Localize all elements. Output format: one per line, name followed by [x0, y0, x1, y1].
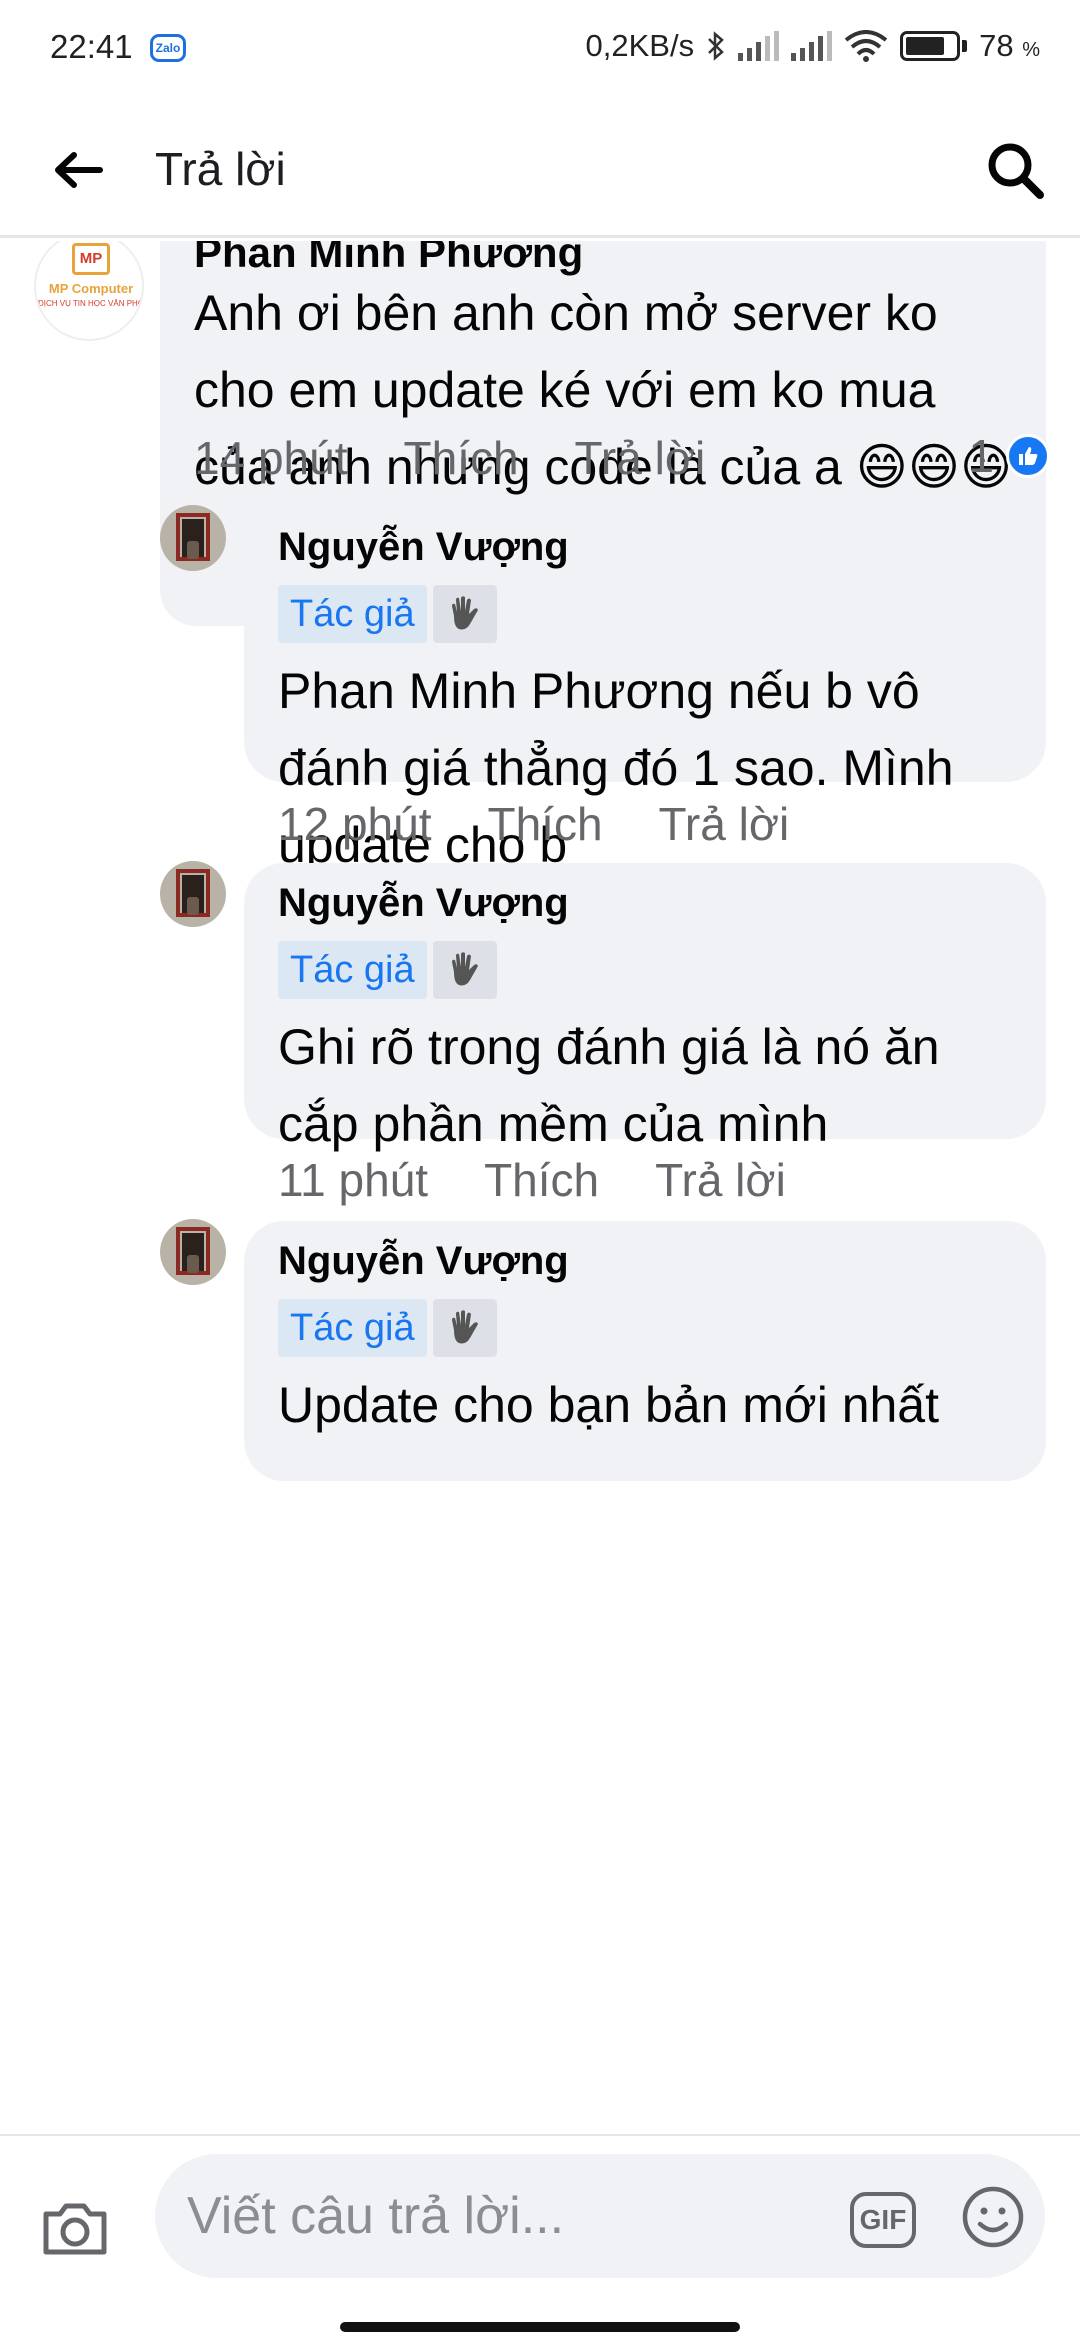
gif-button[interactable]: GIF — [850, 2192, 916, 2248]
reply-meta: 11 phút Thích Trả lời — [278, 1153, 786, 1207]
reply-button[interactable]: Trả lời — [655, 1153, 786, 1207]
reply-author[interactable]: Nguyễn Vượng — [278, 881, 569, 926]
author-badge-row: Tác giả — [278, 941, 497, 999]
battery-unit: % — [1022, 39, 1040, 61]
author-badge: Tác giả — [278, 941, 427, 999]
status-time: 22:41 — [50, 28, 133, 65]
page-title: Trả lời — [155, 143, 286, 195]
author-badge-row: Tác giả — [278, 585, 497, 643]
reaction-count: 1 — [968, 430, 994, 482]
like-button[interactable]: Thích — [484, 1153, 599, 1207]
avatar[interactable]: MP MP Computer DỊCH VỤ TIN HỌC VĂN PHÒ — [34, 241, 144, 341]
comment-thread[interactable]: MP MP Computer DỊCH VỤ TIN HỌC VĂN PHÒ P… — [0, 241, 1080, 2134]
arrow-left-icon[interactable] — [48, 140, 108, 200]
mp-tagline: DỊCH VỤ TIN HỌC VĂN PHÒ — [37, 299, 144, 308]
reply-composer: GIF — [0, 2134, 1080, 2340]
avatar[interactable] — [160, 861, 226, 927]
mp-brand: MP Computer — [48, 281, 134, 296]
wifi-icon — [844, 30, 888, 62]
search-icon[interactable] — [980, 135, 1050, 205]
avatar[interactable] — [160, 1219, 226, 1285]
zalo-notification-icon: Zalo — [150, 34, 186, 62]
reply-button[interactable]: Trả lời — [575, 431, 706, 485]
smiley-icon[interactable] — [960, 2184, 1026, 2250]
camera-icon[interactable] — [40, 2192, 110, 2262]
reply-time[interactable]: 11 phút — [278, 1153, 428, 1207]
reply-bubble[interactable]: Nguyễn Vượng Tác giả Update cho bạn bản … — [244, 1221, 1046, 1481]
author-badge: Tác giả — [278, 1299, 427, 1357]
comment-author[interactable]: Phan Minh Phương — [194, 241, 583, 277]
network-speed: 0,2KB/s — [585, 28, 695, 63]
avatar[interactable] — [160, 505, 226, 571]
signal-1-icon — [738, 31, 780, 61]
mention-link[interactable]: Phan Minh Phương — [278, 663, 714, 719]
wave-icon — [432, 585, 497, 643]
reply-bubble[interactable]: Nguyễn Vượng Tác giả Ghi rõ trong đánh g… — [244, 863, 1046, 1152]
like-button[interactable]: Thích — [403, 431, 518, 485]
battery-percent: 78 % — [979, 28, 1040, 64]
reply-author[interactable]: Nguyễn Vượng — [278, 1239, 569, 1284]
battery-icon — [900, 31, 968, 61]
status-bar: 22:41 Zalo 0,2KB/s 78 % — [0, 0, 1080, 100]
reply-time[interactable]: 12 phút — [278, 797, 431, 851]
reply-text: Update cho bạn bản mới nhất — [278, 1377, 940, 1433]
reply-text: Ghi rõ trong đánh giá là nó ăn cắp phần … — [278, 1019, 940, 1152]
like-button[interactable]: Thích — [487, 797, 602, 851]
author-badge: Tác giả — [278, 585, 427, 643]
battery-value: 78 — [979, 28, 1014, 63]
comment-meta: 14 phút Thích Trả lời — [194, 431, 705, 485]
app-header: Trả lời — [0, 100, 1080, 238]
status-right: 0,2KB/s 78 % — [586, 28, 1040, 64]
reply-bubble[interactable]: Nguyễn Vượng Tác giả Phan Minh Phương nế… — [244, 507, 1046, 873]
signal-2-icon — [791, 31, 833, 61]
wave-icon — [432, 1299, 497, 1357]
wave-icon — [432, 941, 497, 999]
reply-button[interactable]: Trả lời — [659, 797, 790, 851]
reply-meta: 12 phút Thích Trả lời — [278, 797, 789, 851]
like-icon — [1006, 434, 1050, 478]
author-badge-row: Tác giả — [278, 1299, 497, 1357]
reaction-summary[interactable]: 1 — [968, 429, 1050, 483]
bluetooth-icon — [708, 31, 724, 61]
mp-logo: MP — [72, 243, 110, 275]
comment-time[interactable]: 14 phút — [194, 431, 347, 485]
home-indicator[interactable] — [340, 2322, 740, 2332]
reply-author[interactable]: Nguyễn Vượng — [278, 525, 569, 570]
